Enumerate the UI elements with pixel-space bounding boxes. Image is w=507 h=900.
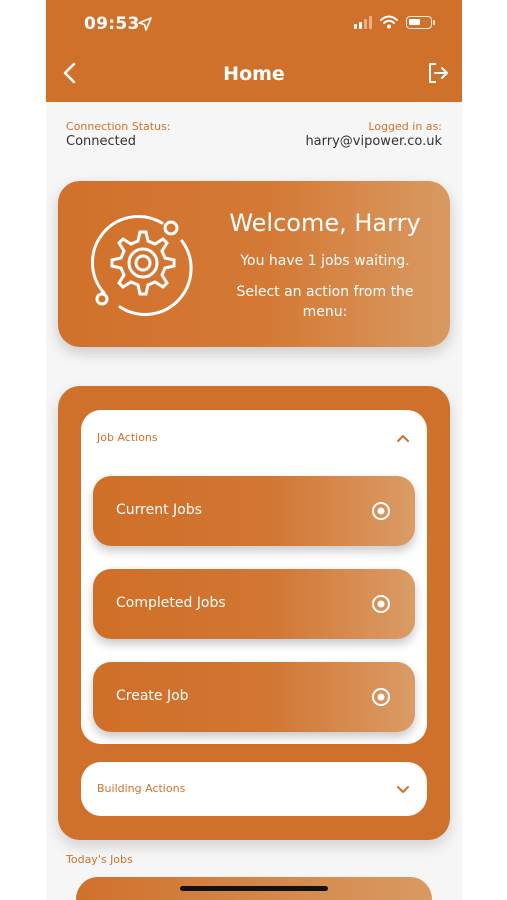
app-screen: 09:53 Home Connection Status: Connected … xyxy=(46,0,462,900)
app-header: 09:53 Home xyxy=(46,0,462,102)
completed-jobs-label: Completed Jobs xyxy=(116,595,226,611)
wifi-icon xyxy=(380,15,398,29)
connection-status-value: Connected xyxy=(66,134,137,149)
job-actions-header[interactable]: Job Actions xyxy=(81,410,427,466)
create-job-button[interactable]: Create Job xyxy=(93,662,415,732)
location-arrow-icon xyxy=(138,17,152,31)
radio-target-icon xyxy=(372,688,390,706)
welcome-prompt: Select an action from the menu: xyxy=(236,284,414,320)
actions-panel: Job Actions Current Jobs Completed Jobs … xyxy=(58,386,450,840)
status-time: 09:53 xyxy=(84,14,140,34)
completed-jobs-button[interactable]: Completed Jobs xyxy=(93,569,415,639)
logged-in-label: Logged in as: xyxy=(368,120,442,133)
battery-icon xyxy=(406,15,435,29)
job-actions-accordion: Job Actions Current Jobs Completed Jobs … xyxy=(81,410,427,744)
connection-status: Connection Status: Connected xyxy=(66,120,171,149)
radio-target-icon xyxy=(372,502,390,520)
gear-icon xyxy=(90,215,193,316)
todays-jobs-label: Today's Jobs xyxy=(66,853,133,866)
logout-icon[interactable] xyxy=(426,61,450,85)
connection-status-label: Connection Status: xyxy=(66,120,171,133)
chevron-down-icon xyxy=(397,786,409,793)
current-jobs-button[interactable]: Current Jobs xyxy=(93,476,415,546)
building-actions-accordion[interactable]: Building Actions xyxy=(81,762,427,816)
current-jobs-label: Current Jobs xyxy=(116,502,202,518)
jobs-waiting-text: You have 1 jobs waiting. xyxy=(240,253,410,269)
welcome-title: Welcome, Harry xyxy=(229,209,421,237)
building-actions-title: Building Actions xyxy=(97,782,186,795)
home-indicator xyxy=(180,886,328,891)
job-actions-title: Job Actions xyxy=(97,431,158,444)
welcome-card: Welcome, Harry You have 1 jobs waiting. … xyxy=(58,181,450,347)
create-job-label: Create Job xyxy=(116,688,189,704)
logged-in-as: Logged in as: harry@vipower.co.uk xyxy=(305,120,442,149)
status-indicators xyxy=(354,15,435,29)
chevron-up-icon xyxy=(397,435,409,442)
signal-icon xyxy=(354,15,372,29)
radio-target-icon xyxy=(372,595,390,613)
page-title: Home xyxy=(223,63,285,85)
logged-in-email: harry@vipower.co.uk xyxy=(305,134,442,149)
